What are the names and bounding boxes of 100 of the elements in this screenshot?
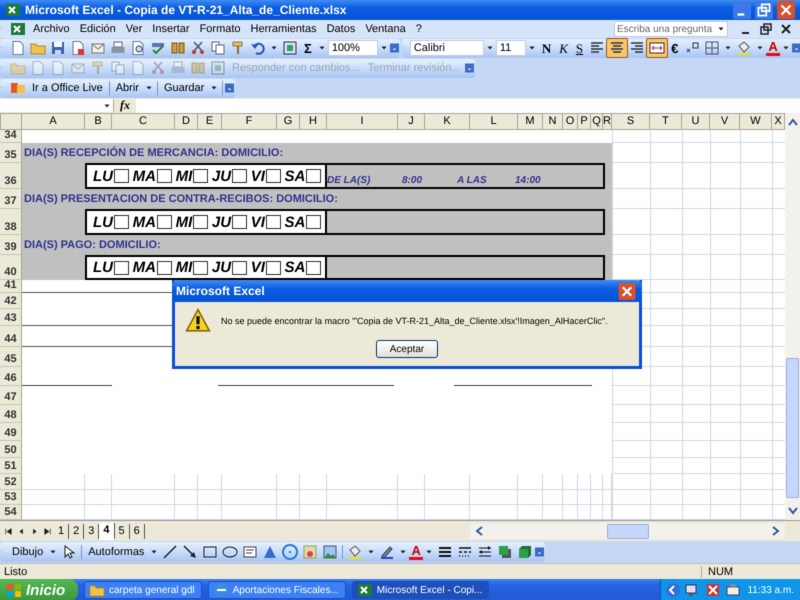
row-header[interactable]: 38 — [0, 209, 22, 235]
weekday-label: SA — [284, 168, 306, 184]
column-header[interactable]: H — [300, 113, 327, 130]
menu-item[interactable]: Edición — [74, 23, 121, 35]
row-header[interactable]: 48 — [0, 405, 22, 423]
row-header[interactable]: 51 — [0, 458, 22, 474]
zoom-field[interactable]: 100% — [328, 40, 378, 56]
currency-button[interactable]: € — [667, 40, 682, 56]
row-header[interactable]: 37 — [0, 189, 22, 209]
column-header[interactable]: C — [112, 113, 175, 130]
row-header[interactable]: 35 — [0, 143, 22, 163]
row-header[interactable]: 40 — [0, 255, 22, 280]
row-header[interactable]: 50 — [0, 441, 22, 458]
column-header[interactable]: X — [772, 113, 785, 130]
menu-item[interactable]: ? — [410, 23, 427, 35]
row-header[interactable]: 54 — [0, 505, 22, 520]
column-header[interactable]: T — [650, 113, 682, 130]
underline-button[interactable]: S — [572, 40, 588, 56]
weekday-label: MI — [176, 260, 192, 275]
column-header[interactable]: U — [682, 113, 710, 130]
menu-item[interactable]: Herramientas — [246, 23, 322, 35]
row-header[interactable]: 36 — [0, 163, 22, 189]
row-header[interactable]: 43 — [0, 309, 22, 326]
row-header[interactable]: 42 — [0, 293, 22, 309]
column-header[interactable]: P — [578, 113, 591, 130]
menu-item[interactable]: Ver — [120, 23, 148, 35]
column-header[interactable]: K — [425, 113, 470, 130]
row-header[interactable]: 47 — [0, 386, 22, 405]
row-header[interactable]: 49 — [0, 423, 22, 441]
font-color-button[interactable]: A — [409, 544, 423, 560]
weekday-label: VI — [250, 260, 265, 275]
sheet-tab[interactable]: 4 — [99, 522, 114, 540]
status-text: Listo — [4, 566, 28, 578]
row-header[interactable]: 39 — [0, 235, 22, 255]
column-header[interactable]: D — [175, 113, 198, 130]
sheet-tab[interactable]: 2 — [69, 524, 84, 538]
row-header[interactable]: 34 — [0, 130, 22, 143]
column-header[interactable]: W — [740, 113, 772, 130]
hours-text: 14:00 — [515, 175, 542, 187]
font-field[interactable]: Calibri — [410, 40, 484, 56]
insert-function-button[interactable]: fx — [114, 98, 136, 113]
column-header[interactable]: Q — [591, 113, 603, 130]
column-header[interactable]: S — [612, 113, 650, 130]
section-label: DIA(S) PAGO: DOMICILIO: — [23, 239, 161, 251]
menu-button[interactable]: Guardar — [160, 80, 208, 96]
weekday-label: VI — [250, 168, 265, 184]
sheet-tab[interactable]: 5 — [114, 524, 130, 538]
taskbar-button[interactable]: Aportaciones Fiscales... — [208, 581, 346, 599]
row-header[interactable]: 45 — [0, 347, 22, 367]
section-label: DIA(S) PRESENTACION DE CONTRA-RECIBOS: DOMICILIO: — [23, 193, 338, 205]
font-size-field[interactable]: 11 — [496, 40, 526, 56]
weekday-label: LU — [93, 260, 113, 275]
column-header[interactable]: E — [198, 113, 222, 130]
clock: 11:33 a.m. — [747, 584, 794, 596]
column-header[interactable]: G — [277, 113, 300, 130]
taskbar-button[interactable]: carpeta general gdl — [84, 581, 202, 599]
menu-item[interactable]: Datos — [322, 23, 360, 35]
autosum-button[interactable]: Σ — [300, 40, 316, 56]
bold-button[interactable]: N — [538, 40, 556, 56]
toolbar-link[interactable]: Ir a Office Live — [28, 80, 107, 96]
weekday-label: MA — [132, 214, 156, 230]
column-header[interactable]: A — [22, 113, 85, 130]
sheet-tab[interactable]: 6 — [130, 524, 145, 538]
row-header[interactable]: 52 — [0, 474, 22, 490]
section-label: DIA(S) RECEPCIÓN DE MERCANCIA: DOMICILIO: — [23, 147, 284, 159]
column-header[interactable]: O — [563, 113, 578, 130]
weekday-label: MA — [132, 168, 156, 184]
row-header[interactable]: 41 — [0, 280, 22, 293]
hours-text: 8:00 — [402, 175, 424, 187]
italic-button[interactable]: K — [555, 40, 572, 56]
row-header[interactable]: 46 — [0, 367, 22, 386]
menu-item[interactable]: Ventana — [360, 23, 411, 35]
weekday-label: LU — [93, 214, 113, 230]
accept-button[interactable]: Aceptar — [376, 340, 438, 358]
menu-button[interactable]: Dibujo — [8, 544, 48, 560]
column-header[interactable]: I — [327, 113, 398, 130]
column-header[interactable]: J — [398, 113, 425, 130]
weekday-label: JU — [212, 168, 232, 184]
menu-item[interactable]: Archivo — [28, 23, 75, 35]
column-header[interactable]: L — [470, 113, 518, 130]
help-search-field[interactable]: Escriba una pregunta — [614, 21, 728, 37]
column-header[interactable]: R — [603, 113, 612, 130]
column-header[interactable]: V — [710, 113, 740, 130]
column-header[interactable]: B — [85, 113, 112, 130]
sheet-tab[interactable]: 1 — [54, 524, 70, 538]
column-header[interactable]: F — [222, 113, 277, 130]
weekday-label: VI — [250, 214, 265, 230]
window-title: Microsoft Excel - Copia de VT-R-21_Alta_de_Cliente.xlsx — [25, 3, 346, 17]
row-header[interactable]: 53 — [0, 490, 22, 505]
weekday-label: JU — [212, 214, 232, 230]
menu-button[interactable]: Abrir — [112, 80, 143, 96]
column-header[interactable]: M — [518, 113, 543, 130]
row-header[interactable]: 44 — [0, 326, 22, 347]
menu-item[interactable]: Insertar — [147, 23, 195, 35]
weekday-label: JU — [212, 260, 232, 275]
menu-item[interactable]: Formato — [194, 23, 246, 35]
taskbar-button[interactable]: Microsoft Excel - Copi... — [352, 581, 490, 599]
weekday-label: LU — [93, 168, 113, 184]
column-header[interactable]: N — [543, 113, 563, 130]
menu-button[interactable]: Autoformas — [84, 544, 148, 560]
